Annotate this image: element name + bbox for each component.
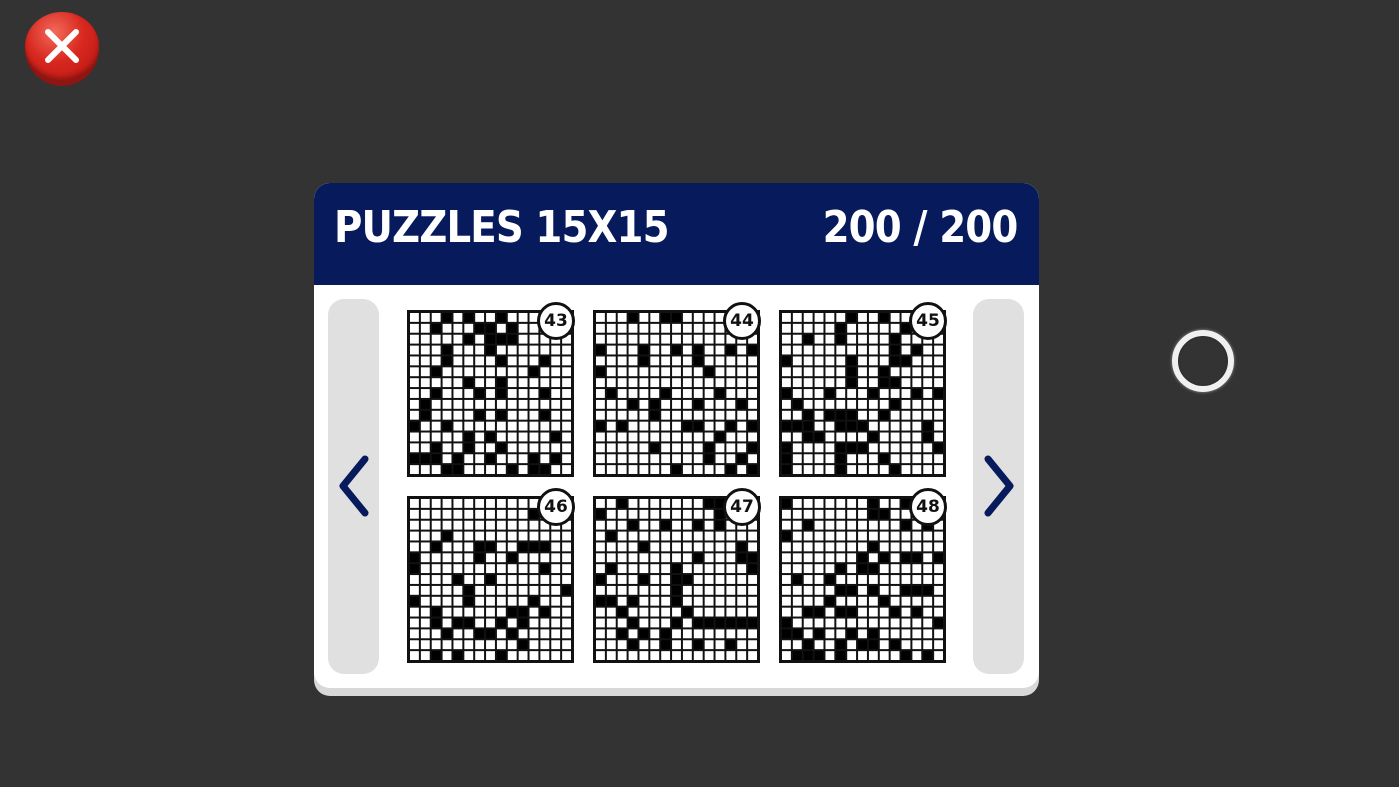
close-button[interactable]: [25, 12, 99, 86]
puzzle-number-badge: 46: [537, 488, 575, 526]
puzzle-number-badge: 43: [537, 302, 575, 340]
puzzle-tile[interactable]: 47: [593, 488, 761, 663]
next-page-button[interactable]: [973, 299, 1024, 674]
puzzle-number-badge: 44: [723, 302, 761, 340]
puzzle-tile[interactable]: 45: [779, 302, 947, 477]
prev-page-button[interactable]: [328, 299, 379, 674]
ring-icon: [1172, 330, 1234, 392]
puzzle-tile[interactable]: 48: [779, 488, 947, 663]
close-icon: [45, 29, 79, 63]
puzzle-tile[interactable]: 43: [407, 302, 575, 477]
chevron-left-icon: [339, 455, 369, 517]
chevron-right-icon: [984, 455, 1014, 517]
pack-progress: 200 / 200: [822, 202, 1018, 253]
puzzle-pack-panel: PUZZLES 15X15 200 / 200 43 44 45 46 47 48: [314, 183, 1039, 696]
pack-title: PUZZLES 15X15: [334, 202, 670, 253]
puzzle-number-badge: 45: [909, 302, 947, 340]
puzzle-number-badge: 47: [723, 488, 761, 526]
panel-header: PUZZLES 15X15 200 / 200: [314, 183, 1039, 285]
puzzle-tile[interactable]: 46: [407, 488, 575, 663]
puzzle-tile[interactable]: 44: [593, 302, 761, 477]
puzzle-number-badge: 48: [909, 488, 947, 526]
